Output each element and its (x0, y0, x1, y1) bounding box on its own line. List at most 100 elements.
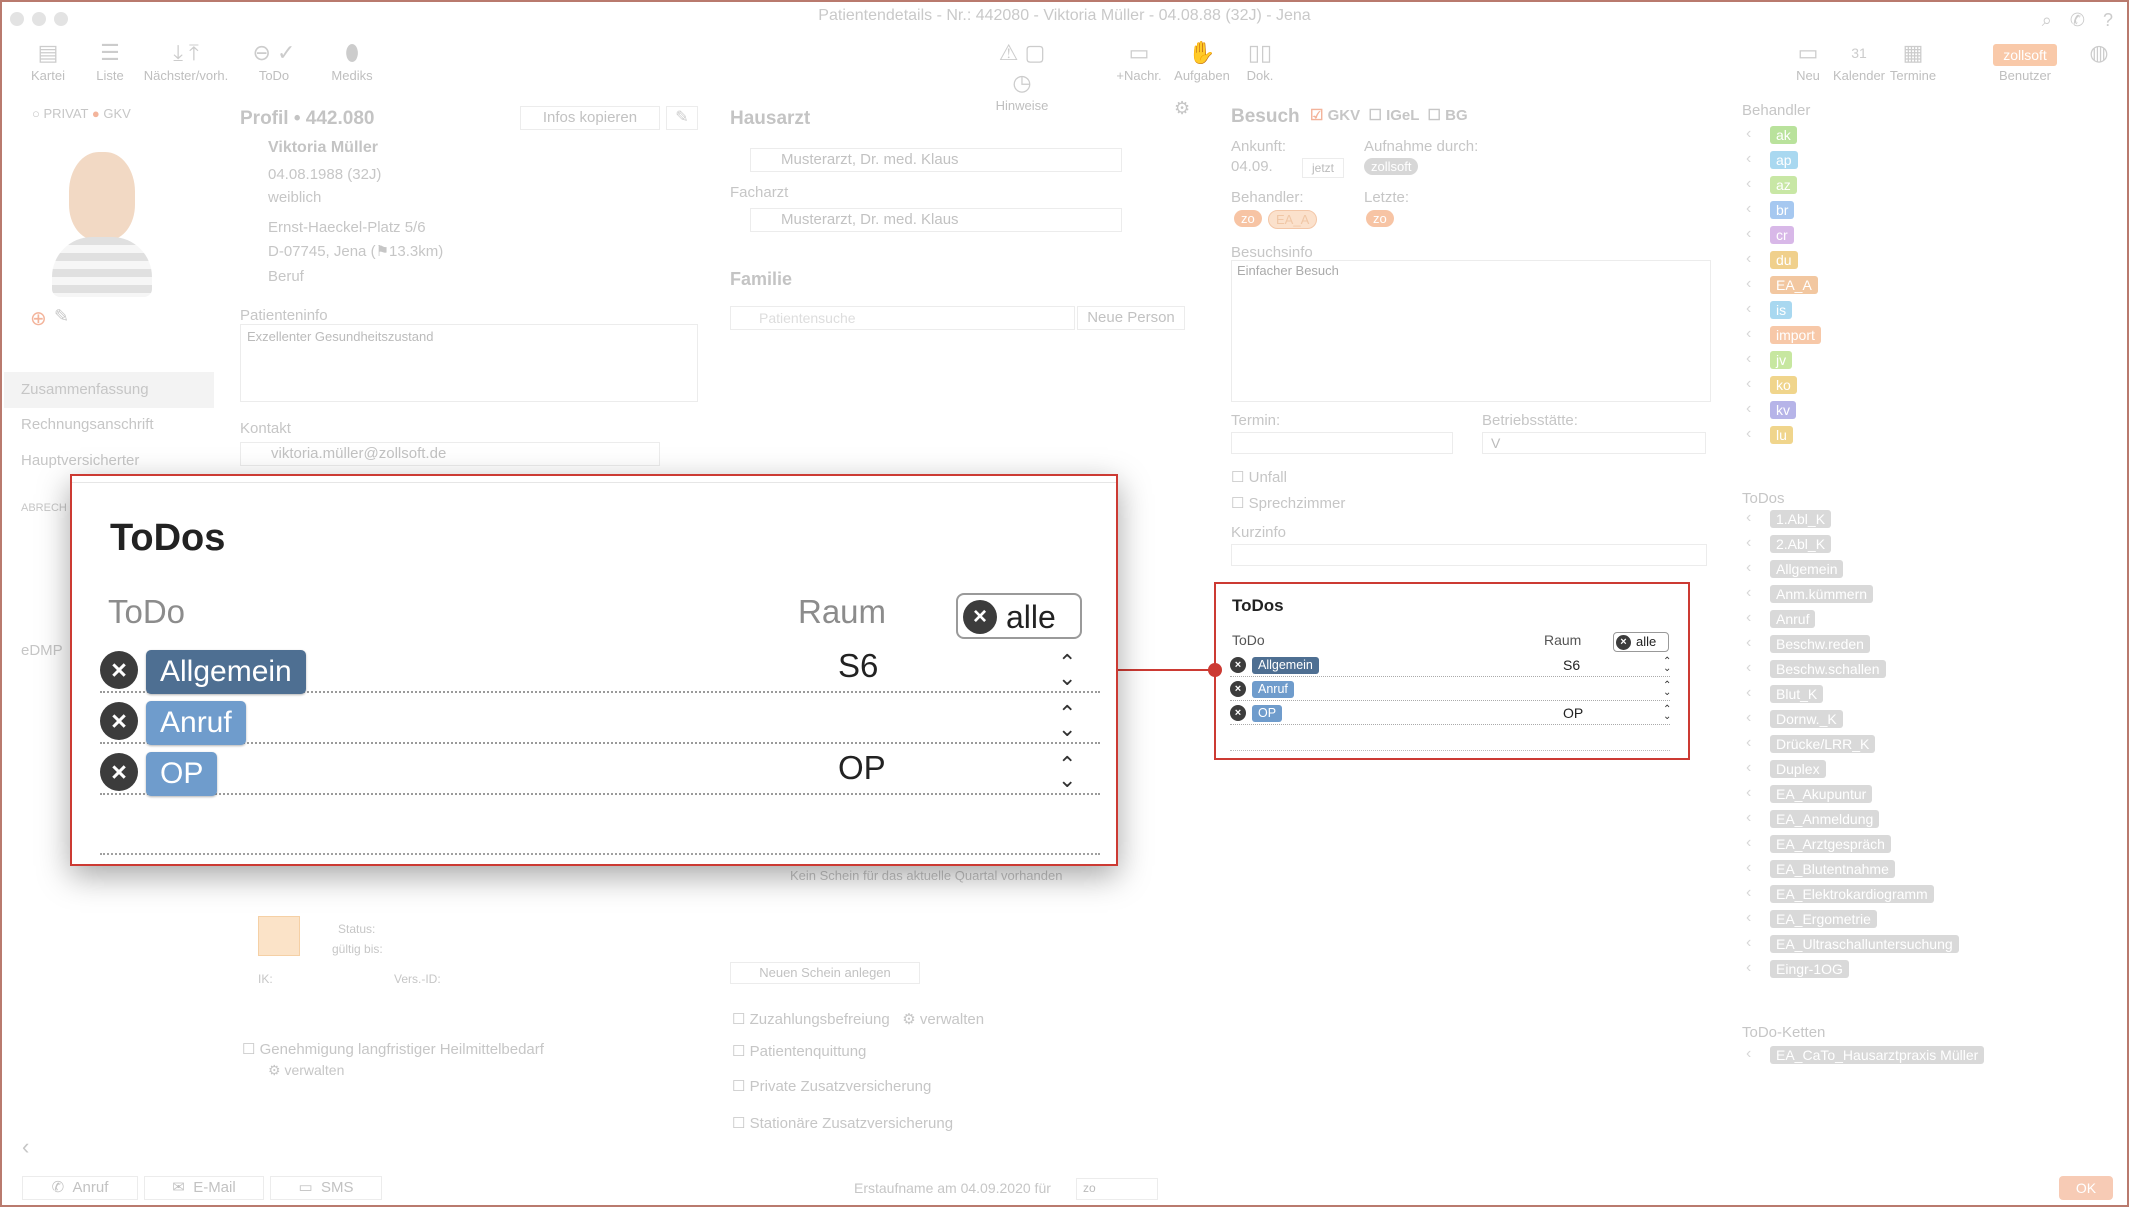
chevron-left-icon[interactable]: ‹ (1746, 834, 1751, 852)
nav-hauptversicherter[interactable]: Hauptversicherter (21, 452, 139, 469)
chevron-left-icon[interactable]: ‹ (1746, 684, 1751, 702)
chevron-left-icon[interactable]: ‹ (1746, 584, 1751, 602)
todo-list-item[interactable]: ‹ Anm.kümmern (1746, 581, 2046, 606)
behandler-item[interactable]: ‹ lu (1746, 422, 2046, 447)
call-button[interactable]: ✆ Anruf (22, 1176, 138, 1200)
toolbar-liste-button[interactable]: ☰ Liste (82, 38, 138, 84)
chevron-left-icon[interactable]: ‹ (1746, 350, 1751, 368)
todo-list-item[interactable]: ‹ Beschw.schallen (1746, 656, 2046, 681)
toolbar-next-prev-button[interactable]: ⤓ ⤒ Nächster/vorh. (138, 38, 234, 84)
chevron-left-icon[interactable]: ‹ (1746, 959, 1751, 977)
chevron-left-icon[interactable]: ‹ (1746, 175, 1751, 193)
remove-todo-icon[interactable]: × (100, 702, 138, 740)
chevron-left-icon[interactable]: ‹ (1746, 1045, 1751, 1063)
remove-todo-icon[interactable]: × (1230, 657, 1246, 673)
chevron-left-icon[interactable]: ‹ (1746, 534, 1751, 552)
chevron-left-icon[interactable]: ‹ (1746, 759, 1751, 777)
todo-list-item[interactable]: ‹ Beschw.reden (1746, 631, 2046, 656)
toolbar-hinweise-button[interactable]: ⚠ ▢ ◷ Hinweise (992, 38, 1052, 114)
behandler-item[interactable]: ‹ du (1746, 247, 2046, 272)
chevron-left-icon[interactable]: ‹ (1746, 275, 1751, 293)
raum-stepper-icon[interactable]: ⌃ ⌄ (1663, 657, 1671, 674)
behandler-item[interactable]: ‹ br (1746, 197, 2046, 222)
chevron-left-icon[interactable]: ‹ (1746, 884, 1751, 902)
help-icon[interactable]: ? (2103, 10, 2113, 30)
todo-list-item[interactable]: ‹ EA_Blutentnahme (1746, 856, 2046, 881)
settings-icon[interactable]: ⚙ (1174, 98, 1190, 119)
erstaufnahme-user-select[interactable]: zo (1076, 1178, 1158, 1200)
collapse-sidebar-icon[interactable]: ‹ (22, 1134, 29, 1160)
todo-list-item[interactable]: ‹ 2.Abl_K (1746, 531, 2046, 556)
edit-icon[interactable]: ✎ (666, 106, 698, 130)
nav-rechnungsanschrift[interactable]: Rechnungsanschrift (21, 416, 154, 433)
remove-todo-icon[interactable]: × (100, 753, 138, 791)
chevron-left-icon[interactable]: ‹ (1746, 300, 1751, 318)
search-icon[interactable]: ⌕ (2042, 10, 2052, 30)
zoom-remove-all-button[interactable]: × alle (956, 593, 1082, 639)
chevron-left-icon[interactable]: ‹ (1746, 784, 1751, 802)
chevron-left-icon[interactable]: ‹ (1746, 125, 1751, 143)
todo-list-item[interactable]: ‹ Dornw._K (1746, 706, 2046, 731)
toolbar-aufgaben-button[interactable]: ✋ Aufgaben (1170, 38, 1234, 84)
todo-list-item[interactable]: ‹ Duplex (1746, 756, 2046, 781)
behandler-item[interactable]: ‹ is (1746, 297, 2046, 322)
new-schein-button[interactable]: Neuen Schein anlegen (730, 962, 920, 984)
remove-todo-icon[interactable]: × (1230, 705, 1246, 721)
behandler-item[interactable]: ‹ kv (1746, 397, 2046, 422)
behandler-item[interactable]: ‹ az (1746, 172, 2046, 197)
behandler-item[interactable]: ‹ ko (1746, 372, 2046, 397)
chevron-left-icon[interactable]: ‹ (1746, 859, 1751, 877)
chevron-left-icon[interactable]: ‹ (1746, 325, 1751, 343)
behandler-item[interactable]: ‹ jv (1746, 347, 2046, 372)
remove-all-todos-button[interactable]: × alle (1613, 632, 1669, 652)
toolbar-termine-button[interactable]: ▦ Termine (1884, 38, 1942, 84)
facharzt-select[interactable]: Musterarzt, Dr. med. Klaus (750, 208, 1122, 232)
todo-list-item[interactable]: ‹ Anruf (1746, 606, 2046, 631)
sprechzimmer-checkbox[interactable]: Sprechzimmer (1249, 495, 1346, 512)
chevron-left-icon[interactable]: ‹ (1746, 809, 1751, 827)
behandler-item[interactable]: ‹ import (1746, 322, 2046, 347)
todo-list-item[interactable]: ‹ 1.Abl_K (1746, 506, 2046, 531)
close-window-button[interactable] (10, 12, 24, 26)
chevron-left-icon[interactable]: ‹ (1746, 225, 1751, 243)
behandler-item[interactable]: ‹ EA_A (1746, 272, 2046, 297)
email-field[interactable]: viktoria.müller@zollsoft.de (240, 442, 660, 466)
todo-list-item[interactable]: ‹ EA_Ergometrie (1746, 906, 2046, 931)
chevron-left-icon[interactable]: ‹ (1746, 425, 1751, 443)
behandler-item[interactable]: ‹ cr (1746, 222, 2046, 247)
zuzahlung-verwalten-link[interactable]: verwalten (920, 1011, 984, 1028)
raum-stepper-icon[interactable]: ⌃ ⌄ (1058, 754, 1076, 791)
todo-list-item[interactable]: ‹ EA_Arztgespräch (1746, 831, 2046, 856)
jetzt-button[interactable]: jetzt (1302, 158, 1344, 178)
chevron-left-icon[interactable]: ‹ (1746, 559, 1751, 577)
raum-stepper-icon[interactable]: ⌃ ⌄ (1058, 652, 1076, 689)
unfall-checkbox[interactable]: Unfall (1249, 469, 1287, 486)
phone-icon[interactable]: ✆ (2070, 10, 2085, 30)
chevron-left-icon[interactable]: ‹ (1746, 250, 1751, 268)
copy-info-button[interactable]: Infos kopieren (520, 106, 660, 130)
besuch-bg-checkbox[interactable]: BG (1445, 107, 1468, 124)
raum-stepper-icon[interactable]: ⌃ ⌄ (1663, 681, 1671, 698)
kurzinfo-field[interactable] (1231, 544, 1707, 566)
chevron-left-icon[interactable]: ‹ (1746, 400, 1751, 418)
sms-button[interactable]: ▭ SMS (270, 1176, 382, 1200)
nav-edmp[interactable]: eDMP (21, 642, 63, 659)
toolbar-kartei-button[interactable]: ▤ Kartei (20, 38, 76, 84)
edit-photo-icon[interactable]: ✎ (54, 306, 69, 327)
besuchsinfo-text[interactable]: Einfacher Besuch (1231, 260, 1711, 402)
new-person-button[interactable]: Neue Person (1077, 306, 1185, 330)
private-zusatz-checkbox[interactable]: Private Zusatzversicherung (750, 1078, 932, 1095)
todo-chain-item[interactable]: ‹ EA_CaTo_Hausarztpraxis Müller (1746, 1042, 2046, 1067)
chevron-left-icon[interactable]: ‹ (1746, 934, 1751, 952)
besuch-gkv-checkbox[interactable]: GKV (1328, 107, 1361, 124)
zoom-window-button[interactable] (54, 12, 68, 26)
toolbar-neu-button[interactable]: ▭ Neu (1788, 38, 1828, 84)
gkv-radio[interactable]: GKV (103, 106, 130, 121)
remove-todo-icon[interactable]: × (100, 651, 138, 689)
raum-stepper-icon[interactable]: ⌃ ⌄ (1663, 705, 1671, 722)
todo-list-item[interactable]: ‹ EA_Ultraschalluntersuchung (1746, 931, 2046, 956)
todo-list-item[interactable]: ‹ Blut_K (1746, 681, 2046, 706)
toolbar-globe-button[interactable]: ◍ (2082, 38, 2116, 68)
toolbar-kalender-button[interactable]: 31 Kalender (1828, 38, 1890, 84)
behandler-item[interactable]: ‹ ak (1746, 122, 2046, 147)
